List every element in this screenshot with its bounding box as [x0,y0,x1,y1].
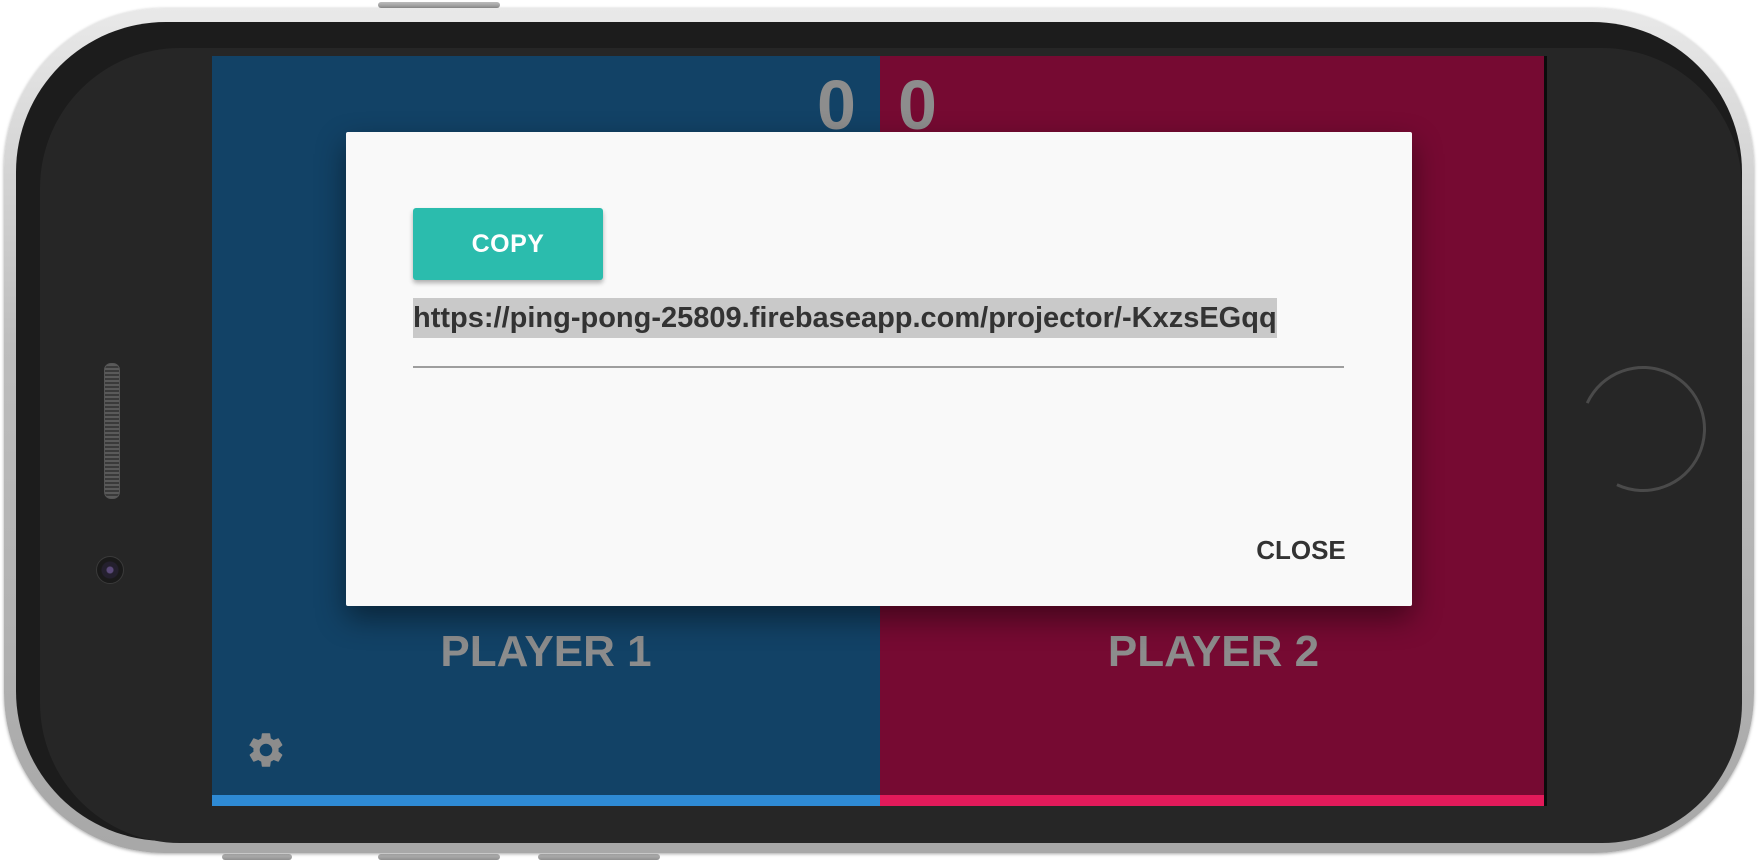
share-dialog: COPY https://ping-pong-25809.firebaseapp… [346,132,1412,606]
phone-bottom-button-2 [378,854,500,860]
player2-label: PLAYER 2 [1107,627,1320,676]
player2-score: 0 [898,66,937,144]
device-stage: 0 0 PLAYER 1 PLAYER 2 COPY https://ping-… [0,0,1758,862]
copy-button[interactable]: COPY [413,208,603,280]
close-button[interactable]: CLOSE [1246,530,1356,570]
phone-bottom-button-1 [222,854,292,860]
screen-edge [1544,56,1547,806]
phone-bottom-button-3 [538,854,660,860]
player2-color-bar [880,795,1544,806]
player1-color-bar [212,795,880,806]
phone-speaker [104,363,120,499]
url-input[interactable]: https://ping-pong-25809.firebaseapp.com/… [413,298,1344,368]
player1-label: PLAYER 1 [440,627,652,676]
player1-score: 0 [817,66,856,144]
gear-icon[interactable] [245,729,287,771]
phone-camera [96,556,124,584]
url-selected-text[interactable]: https://ping-pong-25809.firebaseapp.com/… [413,298,1277,338]
app-screen: 0 0 PLAYER 1 PLAYER 2 COPY https://ping-… [212,56,1547,806]
